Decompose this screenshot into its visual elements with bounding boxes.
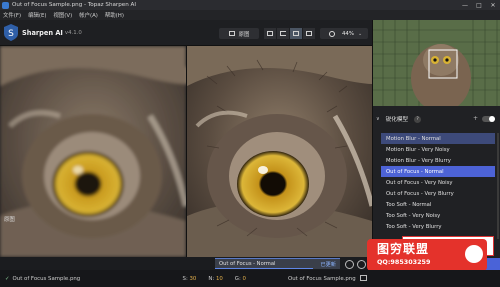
model-item[interactable]: Out of Focus - Very Noisy xyxy=(381,177,495,188)
top-toolbar: S Sharpen AI v4.1.0 原图 44% ⌄ xyxy=(0,20,372,46)
model-toggle[interactable] xyxy=(482,116,495,122)
close-button[interactable]: ✕ xyxy=(486,0,500,10)
window-title: Out of Focus Sample.png - Topaz Sharpen … xyxy=(12,2,137,8)
compare-original-button[interactable]: 原图 xyxy=(219,28,259,39)
side-by-side-view-button[interactable] xyxy=(290,28,302,39)
owl-original-image xyxy=(0,46,186,257)
menu-file[interactable]: 文件(F) xyxy=(3,11,21,19)
quad-view-icon xyxy=(306,31,312,36)
brand: S Sharpen AI v4.1.0 xyxy=(4,24,82,41)
menu-view[interactable]: 视图(V) xyxy=(54,11,73,19)
quad-view-button[interactable] xyxy=(303,28,315,39)
original-image-pane[interactable]: 原图 xyxy=(0,46,186,257)
side-by-side-icon xyxy=(293,31,299,36)
stat-noise: N: 10 xyxy=(208,275,223,282)
view-icons xyxy=(345,260,369,269)
model-item[interactable]: Out of Focus - Normal xyxy=(381,166,495,178)
compare-label: 原图 xyxy=(238,31,250,38)
navigator-thumbnail[interactable] xyxy=(373,20,500,106)
folder-icon[interactable] xyxy=(360,275,367,281)
app-icon xyxy=(2,1,9,9)
minimize-button[interactable]: — xyxy=(458,0,472,10)
preview-model-label: Out of Focus - Normal xyxy=(219,261,276,267)
menu-edit[interactable]: 编辑(E) xyxy=(28,11,46,19)
svg-text:S: S xyxy=(8,29,14,39)
model-list: Motion Blur - Normal Motion Blur - Very N… xyxy=(381,133,495,233)
collapse-chevron-icon[interactable]: ∨ xyxy=(376,116,380,122)
flame-icon xyxy=(465,245,483,263)
status-filename: Out of Focus Sample.png xyxy=(12,275,81,282)
settings-icon[interactable] xyxy=(357,260,366,269)
title-bar: Out of Focus Sample.png - Topaz Sharpen … xyxy=(0,0,500,10)
single-view-button[interactable] xyxy=(264,28,276,39)
model-section-title: 锐化模型 xyxy=(385,117,409,123)
owl-sharpened-image xyxy=(187,46,372,257)
preview-image-pane[interactable] xyxy=(187,46,372,257)
model-item[interactable]: Out of Focus - Very Blurry xyxy=(381,188,495,199)
menu-help[interactable]: 帮助(H) xyxy=(105,11,124,19)
plus-icon[interactable]: + xyxy=(473,115,478,122)
zoom-value: 44% xyxy=(342,30,354,37)
help-icon[interactable]: ? xyxy=(414,115,422,123)
zoom-control[interactable]: 44% ⌄ xyxy=(320,28,368,39)
original-label: 原图 xyxy=(4,217,15,223)
model-list-scrollbar[interactable] xyxy=(497,133,499,239)
model-item[interactable]: Too Soft - Very Noisy xyxy=(381,211,495,222)
single-view-icon xyxy=(267,31,273,36)
stat-sharpen: S: 30 xyxy=(182,275,197,282)
stat-grain: G: 0 xyxy=(234,275,246,282)
status-bar: ✓ Out of Focus Sample.png S: 30 N: 10 G:… xyxy=(0,270,500,287)
maximize-button[interactable]: □ xyxy=(472,0,486,10)
split-view-button[interactable] xyxy=(277,28,289,39)
compare-icon xyxy=(228,31,235,36)
model-item[interactable]: Motion Blur - Normal xyxy=(381,133,495,144)
sharpen-logo-icon: S xyxy=(4,24,18,41)
preview-status-bar: Out of Focus - Normal 已更新 xyxy=(215,258,340,269)
model-item[interactable]: Motion Blur - Very Noisy xyxy=(381,144,495,155)
model-item[interactable]: Motion Blur - Very Blurry xyxy=(381,155,495,166)
menu-account[interactable]: 帐户(A) xyxy=(79,11,98,19)
sharpen-model-header[interactable]: ∨ 锐化模型 ? + xyxy=(373,112,500,126)
model-item[interactable]: Too Soft - Very Blurry xyxy=(381,222,495,233)
view-mode-group xyxy=(264,28,316,39)
check-icon: ✓ xyxy=(5,275,10,282)
status-filename-2: Out of Focus Sample.png xyxy=(287,275,356,282)
navigator-owl-image xyxy=(373,20,500,106)
split-view-icon xyxy=(280,31,286,36)
menu-bar: 文件(F) 编辑(E) 视图(V) 帐户(A) 帮助(H) xyxy=(0,10,500,20)
app-version: v4.1.0 xyxy=(64,29,82,36)
app-name: Sharpen AI xyxy=(22,28,63,37)
preview-progress xyxy=(215,268,313,269)
face-icon[interactable] xyxy=(345,260,354,269)
watermark-qq: QQ:985303259 xyxy=(377,258,431,266)
window-controls: — □ ✕ xyxy=(458,0,500,10)
magnifier-icon xyxy=(329,30,335,37)
chevron-down-icon: ⌄ xyxy=(357,30,363,37)
model-item[interactable]: Too Soft - Normal xyxy=(381,200,495,211)
right-panel: ∨ 锐化模型 ? + Motion Blur - Normal Motion Bl… xyxy=(372,20,500,270)
preview-updated-label: 已更新 xyxy=(320,261,336,268)
watermark-title: 图穷联盟 xyxy=(377,242,430,256)
